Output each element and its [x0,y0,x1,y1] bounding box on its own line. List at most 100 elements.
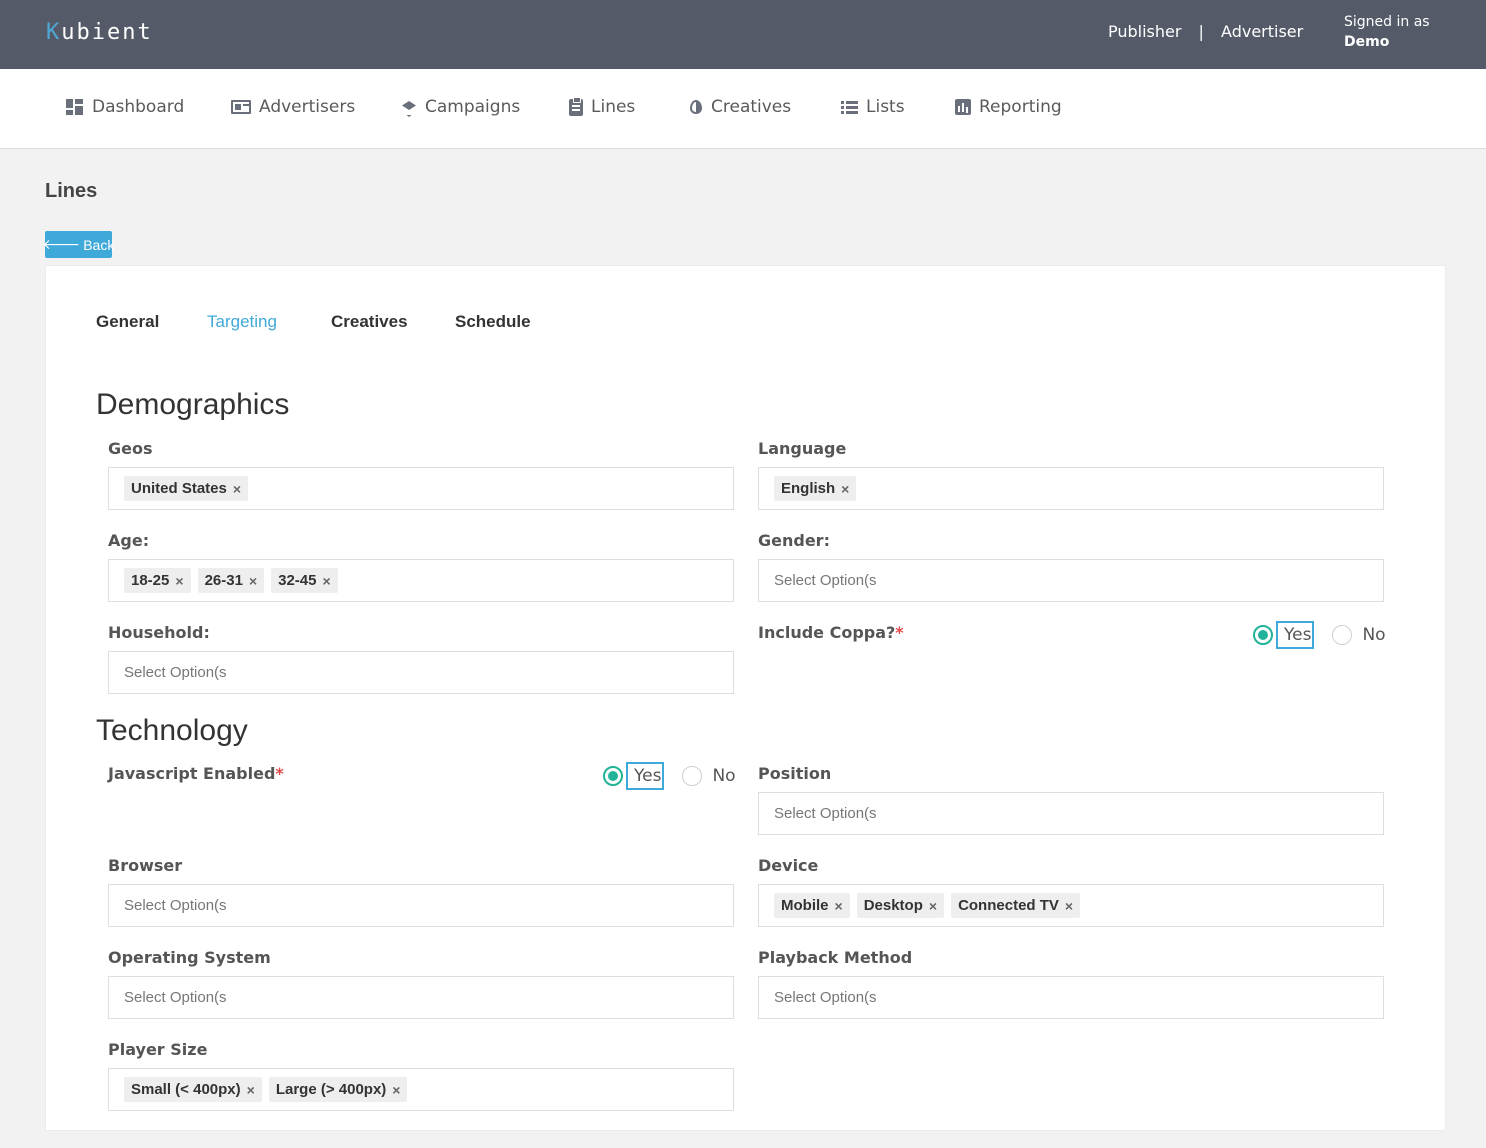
tab-general[interactable]: General [96,312,159,332]
coppa-label-text: Include Coppa? [758,623,896,642]
main-nav: Dashboard Advertisers Campaigns Lines Cr… [0,69,1486,149]
household-select[interactable]: Select Option(s [108,651,734,694]
gender-label: Gender: [758,531,830,550]
advertiser-link[interactable]: Advertiser [1221,22,1303,41]
chip-label: 18-25 [131,572,170,589]
household-placeholder: Select Option(s [124,664,227,681]
nav-advertisers[interactable]: Advertisers [231,97,355,117]
chip-label: English [781,480,836,497]
remove-icon[interactable]: × [841,481,849,497]
nav-creatives[interactable]: Creatives [689,97,791,117]
remove-icon[interactable]: × [1065,898,1073,914]
geos-label: Geos [108,439,153,458]
nav-campaigns-label: Campaigns [425,97,521,117]
tab-creatives[interactable]: Creatives [331,312,408,332]
role-separator: | [1198,22,1204,41]
geos-select[interactable]: United States × [108,467,734,510]
language-select[interactable]: English × [758,467,1384,510]
address-card-icon [231,100,251,114]
os-label: Operating System [108,948,271,967]
nav-reporting[interactable]: Reporting [955,97,1062,117]
nav-advertisers-label: Advertisers [259,97,356,117]
required-marker: * [275,764,284,783]
household-label: Household: [108,623,210,642]
clipboard-icon [569,96,583,116]
os-select[interactable]: Select Option(s [108,976,734,1019]
nav-dashboard-label: Dashboard [92,97,185,117]
dashboard-icon [66,99,84,115]
language-label: Language [758,439,847,458]
device-select[interactable]: Mobile × Desktop × Connected TV × [758,884,1384,927]
player-size-select[interactable]: Small (< 400px) × Large (> 400px) × [108,1068,734,1111]
device-chip: Mobile × [774,893,850,918]
javascript-yes-radio[interactable] [603,766,623,786]
javascript-no-label[interactable]: No [712,766,735,786]
gender-placeholder: Select Option(s [774,572,877,589]
browser-placeholder: Select Option(s [124,897,227,914]
javascript-label-text: Javascript Enabled [108,764,276,783]
layers-icon [401,100,417,114]
coppa-label: Include Coppa?* [758,623,904,642]
device-chip: Desktop × [856,893,945,918]
back-button[interactable]: 🡐 Back [42,231,115,258]
nav-campaigns[interactable]: Campaigns [401,97,520,117]
signed-in-user[interactable]: Demo [1344,32,1430,52]
technology-heading: Technology [96,714,248,747]
brand-logo-initial: K [46,20,62,45]
chip-label: Mobile [781,897,829,914]
publisher-link[interactable]: Publisher [1108,22,1181,41]
coppa-no-label[interactable]: No [1362,625,1385,645]
remove-icon[interactable]: × [249,573,257,589]
age-select[interactable]: 18-25 × 26-31 × 32-45 × [108,559,734,602]
os-placeholder: Select Option(s [124,989,227,1006]
brand-logo[interactable]: Kubient [46,20,153,45]
back-button-label: Back [83,236,115,253]
remove-icon[interactable]: × [247,1082,255,1098]
required-marker: * [895,623,904,642]
browser-select[interactable]: Select Option(s [108,884,734,927]
bar-chart-icon [955,99,971,115]
remove-icon[interactable]: × [835,898,843,914]
coppa-yes-label[interactable]: Yes [1276,621,1315,649]
playback-select[interactable]: Select Option(s [758,976,1384,1019]
signed-in-info: Signed in as Demo [1344,12,1430,52]
player-size-chip: Small (< 400px) × [124,1077,262,1102]
chip-label: Desktop [863,897,923,914]
playback-placeholder: Select Option(s [774,989,877,1006]
nav-lines[interactable]: Lines [569,96,636,117]
remove-icon[interactable]: × [929,898,937,914]
nav-creatives-label: Creatives [711,97,792,117]
tab-schedule[interactable]: Schedule [455,312,531,332]
coppa-radio-group: Yes No [1253,621,1386,649]
age-chip: 26-31 × [197,568,265,593]
nav-reporting-label: Reporting [979,97,1062,117]
position-label: Position [758,764,832,783]
signed-in-label: Signed in as [1344,14,1430,30]
nav-lines-label: Lines [591,97,636,117]
position-placeholder: Select Option(s [774,805,877,822]
position-select[interactable]: Select Option(s [758,792,1384,835]
remove-icon[interactable]: × [323,573,331,589]
remove-icon[interactable]: × [175,573,183,589]
remove-icon[interactable]: × [233,481,241,497]
arrow-left-icon: 🡐 [42,236,81,252]
list-icon [841,100,858,114]
role-switcher: Publisher | Advertiser [1108,22,1303,41]
chip-label: United States [131,480,227,497]
nav-lists[interactable]: Lists [841,97,905,117]
javascript-radio-group: Yes No [603,762,736,790]
chip-label: Large (> 400px) [275,1081,387,1098]
nav-lists-label: Lists [866,97,905,117]
coppa-yes-radio[interactable] [1253,625,1273,645]
playback-label: Playback Method [758,948,913,967]
remove-icon[interactable]: × [392,1082,400,1098]
tab-targeting[interactable]: Targeting [207,312,277,332]
age-chip: 18-25 × [124,568,191,593]
javascript-no-radio[interactable] [682,766,703,786]
age-label: Age: [108,531,150,550]
player-size-label: Player Size [108,1040,208,1059]
coppa-no-radio[interactable] [1332,625,1353,645]
nav-dashboard[interactable]: Dashboard [66,97,184,117]
gender-select[interactable]: Select Option(s [758,559,1384,602]
javascript-yes-label[interactable]: Yes [626,762,665,790]
